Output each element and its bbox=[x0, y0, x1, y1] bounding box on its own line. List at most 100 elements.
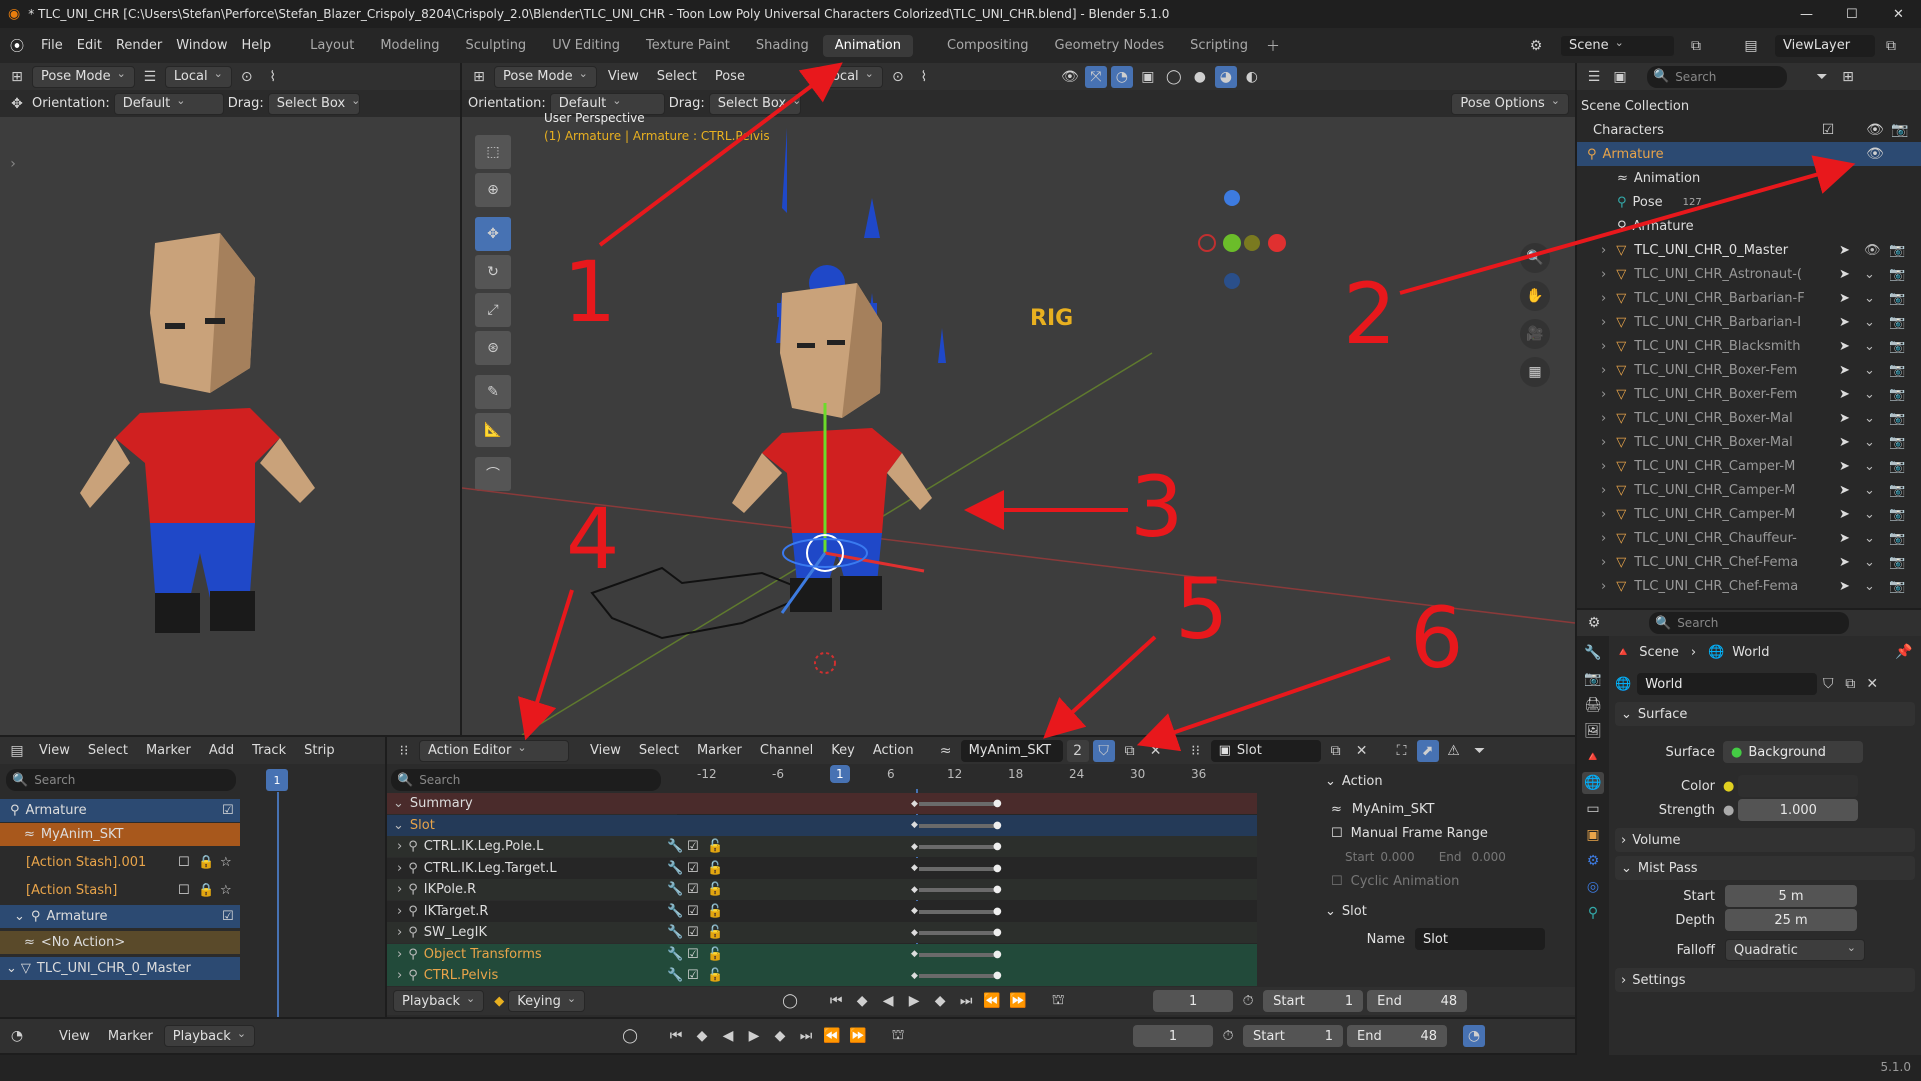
expand-icon[interactable]: › bbox=[1601, 531, 1606, 546]
checkbox-icon[interactable]: ☑ bbox=[687, 839, 699, 854]
left-collapse-icon[interactable]: › bbox=[2, 153, 24, 175]
select-arrow-icon[interactable]: ➤ bbox=[1839, 483, 1850, 498]
frame-ruler[interactable]: -12 -6 1 6 12 18 24 30 36 bbox=[697, 765, 1257, 789]
nla-menu-add[interactable]: Add bbox=[202, 740, 241, 762]
select-arrow-icon[interactable]: ➤ bbox=[1839, 243, 1850, 258]
nla-track[interactable]: ≈ MyAnim_SKT bbox=[0, 823, 240, 846]
tab-compositing[interactable]: Compositing bbox=[935, 35, 1041, 57]
cyclic-row[interactable]: ☐ Cyclic Animation bbox=[1325, 869, 1567, 893]
next-jump-icon[interactable]: ⏩ bbox=[847, 1025, 869, 1047]
channel-row[interactable]: ⌄ Summary ◆ ● bbox=[387, 793, 1257, 814]
eye-icon[interactable]: 👁 bbox=[1864, 119, 1886, 141]
editor-type-icon[interactable]: ⚙ bbox=[1583, 612, 1605, 634]
outliner-item[interactable]: › ▽ TLC_UNI_CHR_Chef-Fema ➤ ⌄ 📷 bbox=[1577, 550, 1921, 574]
record-icon[interactable]: ◯ bbox=[779, 990, 801, 1012]
expand-icon[interactable]: › bbox=[1601, 411, 1606, 426]
close-window-button[interactable]: ✕ bbox=[1893, 7, 1904, 22]
action-menu-channel[interactable]: Channel bbox=[753, 740, 820, 762]
channel-row[interactable]: › ⚲ CTRL.Pelvis 🔧 ☑ 🔓 ◆ ● bbox=[387, 965, 1257, 986]
expand-icon[interactable]: ⌄ bbox=[393, 818, 404, 833]
left-viewport[interactable]: ⊞ Pose Mode ☰ Local ⊙ ⌇ ✥ Orientation: D… bbox=[0, 63, 460, 735]
checkbox-icon[interactable]: ☑ bbox=[687, 904, 699, 919]
checkbox-icon[interactable]: ☑ bbox=[687, 968, 699, 983]
duplicate-action-icon[interactable]: ⧉ bbox=[1119, 740, 1141, 762]
tool-tab-icon[interactable]: 🔧 bbox=[1582, 642, 1604, 664]
range-end-value[interactable]: 0.000 bbox=[1472, 850, 1506, 864]
tab-texture-paint[interactable]: Texture Paint bbox=[634, 35, 742, 57]
outliner-item[interactable]: ⚲ Armature 👁 bbox=[1577, 142, 1921, 166]
editor-type-icon[interactable]: ⁝⁝ bbox=[393, 740, 415, 762]
channel-row[interactable]: › ⚲ SW_LegIK 🔧 ☑ 🔓 ◆ ● bbox=[387, 922, 1257, 943]
snap-icon[interactable]: ⌇ bbox=[262, 66, 284, 88]
eye-icon[interactable]: ⌄ bbox=[1864, 579, 1875, 594]
pivot-icon[interactable]: ⊙ bbox=[236, 66, 258, 88]
select-arrow-icon[interactable]: ➤ bbox=[1839, 291, 1850, 306]
prev-jump-icon[interactable]: ⏪ bbox=[981, 990, 1003, 1012]
select-arrow-icon[interactable]: ➤ bbox=[1839, 339, 1850, 354]
outliner-item[interactable]: › ▽ TLC_UNI_CHR_Boxer-Mal ➤ ⌄ 📷 bbox=[1577, 430, 1921, 454]
timeline-playback-dropdown[interactable]: Playback bbox=[163, 1025, 256, 1047]
nla-menu-track[interactable]: Track bbox=[245, 740, 293, 762]
keyframe-start[interactable]: ◆ bbox=[911, 885, 918, 895]
select-arrow-icon[interactable]: ➤ bbox=[1839, 579, 1850, 594]
outliner-item[interactable]: › ▽ TLC_UNI_CHR_Camper-M ➤ ⌄ 📷 bbox=[1577, 502, 1921, 526]
tab-layout[interactable]: Layout bbox=[298, 35, 366, 57]
outliner-item[interactable]: › ▽ TLC_UNI_CHR_Barbarian-I ➤ ⌄ 📷 bbox=[1577, 310, 1921, 334]
only-errors-icon[interactable]: ⚠ bbox=[1443, 740, 1465, 762]
tab-modeling[interactable]: Modeling bbox=[368, 35, 451, 57]
keyframe-end[interactable]: ● bbox=[993, 863, 1002, 874]
play-reverse-icon[interactable]: ◀ bbox=[877, 990, 899, 1012]
color-swatch[interactable] bbox=[1738, 775, 1859, 797]
eye-icon[interactable]: ⌄ bbox=[1864, 363, 1875, 378]
keyframe-end[interactable]: ● bbox=[993, 970, 1002, 981]
unlink-action-icon[interactable]: ✕ bbox=[1145, 740, 1167, 762]
filter-icon[interactable]: ⏷ bbox=[1811, 66, 1833, 88]
expand-icon[interactable]: › bbox=[397, 861, 402, 876]
action-menu-action[interactable]: Action bbox=[866, 740, 921, 762]
outliner-item[interactable]: › ▽ TLC_UNI_CHR_Barbarian-F ➤ ⌄ 📷 bbox=[1577, 286, 1921, 310]
keyframe-start[interactable]: ◆ bbox=[911, 949, 918, 959]
expand-icon[interactable]: › bbox=[1601, 555, 1606, 570]
record-icon[interactable]: ◯ bbox=[619, 1025, 641, 1047]
volume-section-header[interactable]: › Volume bbox=[1615, 828, 1915, 852]
expand-icon[interactable]: › bbox=[397, 839, 402, 854]
new-viewlayer-icon[interactable]: ⧉ bbox=[1880, 35, 1902, 57]
action-section-header[interactable]: ⌄ Action bbox=[1325, 769, 1567, 793]
checkbox-icon[interactable]: ☑ bbox=[687, 861, 699, 876]
expand-icon[interactable]: › bbox=[1601, 507, 1606, 522]
unlink-slot-icon[interactable]: ✕ bbox=[1351, 740, 1373, 762]
eye-icon[interactable]: ⌄ bbox=[1864, 315, 1875, 330]
auto-keying-icon[interactable]: ⛫ bbox=[1047, 990, 1069, 1012]
main-viewport[interactable]: ⊞ Pose Mode View Select Pose Local ⊙ ⌇ 👁… bbox=[462, 63, 1575, 735]
surface-shader-field[interactable]: ● Background bbox=[1723, 741, 1863, 763]
viewlayer-selector[interactable]: ViewLayer bbox=[1775, 34, 1875, 57]
expand-icon[interactable]: › bbox=[1601, 267, 1606, 282]
next-jump-icon[interactable]: ⏩ bbox=[1007, 990, 1029, 1012]
blender-menu-icon[interactable]: ⦿ bbox=[6, 35, 28, 57]
lock-icon[interactable]: 🔓 bbox=[707, 882, 723, 897]
editor-type-icon[interactable]: ◔ bbox=[6, 1025, 28, 1047]
action-current-frame[interactable]: 1 bbox=[1153, 990, 1234, 1012]
camera-icon[interactable]: 📷 bbox=[1889, 579, 1905, 594]
scene-icon[interactable]: ⚙ bbox=[1525, 35, 1547, 57]
maximize-button[interactable]: ☐ bbox=[1846, 7, 1858, 22]
wrench-icon[interactable]: 🔧 bbox=[667, 947, 683, 962]
eye-icon[interactable]: ⌄ bbox=[1864, 267, 1875, 282]
settings-section-header[interactable]: › Settings bbox=[1615, 968, 1915, 992]
channel-row[interactable]: › ⚲ IKPole.R 🔧 ☑ 🔓 ◆ ● bbox=[387, 879, 1257, 900]
channel-row[interactable]: › ⚲ IKTarget.R 🔧 ☑ 🔓 ◆ ● bbox=[387, 900, 1257, 922]
left-transform-dropdown[interactable]: Local bbox=[164, 65, 232, 88]
nla-track[interactable]: ⌄ ⚲ Armature ☑ bbox=[0, 905, 240, 928]
nla-track[interactable]: [Action Stash] ☐ 🔒 ☆ bbox=[0, 879, 240, 902]
star-icon[interactable]: ☆ bbox=[220, 883, 232, 898]
mist-depth-field[interactable]: 25 m bbox=[1725, 909, 1857, 931]
outliner-item[interactable]: › ▽ TLC_UNI_CHR_0_Master ➤ 👁 📷 bbox=[1577, 238, 1921, 262]
play-icon[interactable]: ▶ bbox=[743, 1025, 765, 1047]
add-workspace-icon[interactable]: ＋ bbox=[1262, 35, 1284, 57]
only-selected-icon[interactable]: ⛶ bbox=[1391, 740, 1413, 762]
jump-start-icon[interactable]: ⏮ bbox=[665, 1025, 687, 1047]
expand-icon[interactable]: › bbox=[397, 968, 402, 983]
properties-search-input[interactable]: 🔍 Search bbox=[1649, 612, 1849, 634]
lock-icon[interactable]: 🔒 bbox=[198, 855, 214, 870]
expand-icon[interactable]: ⌄ bbox=[393, 796, 404, 811]
